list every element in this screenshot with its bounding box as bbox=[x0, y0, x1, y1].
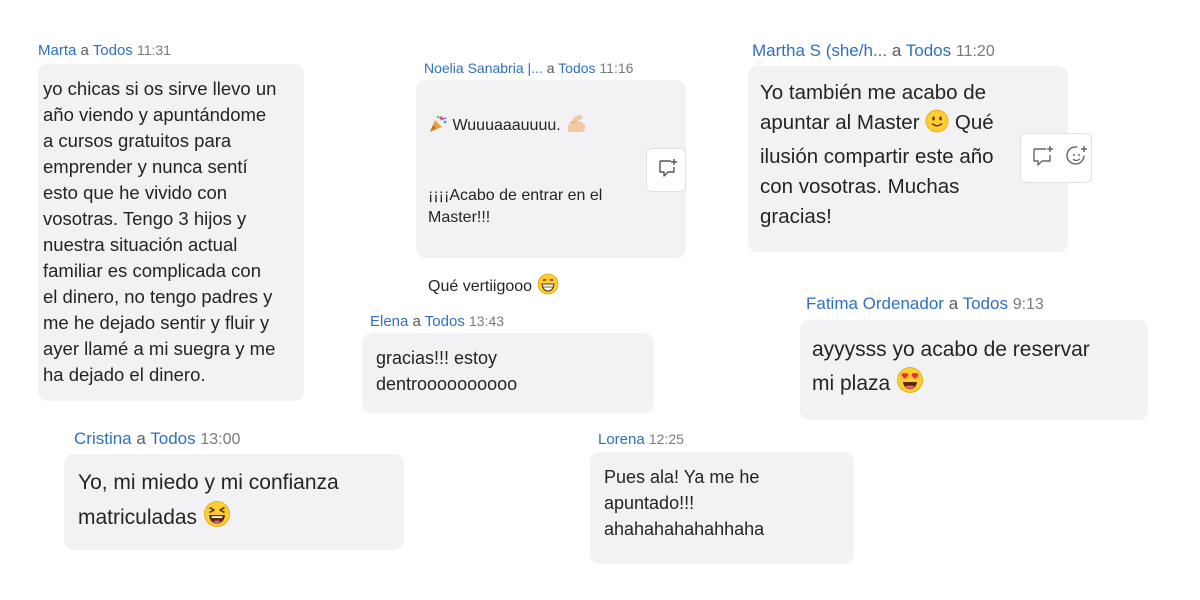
recipient-prefix: a bbox=[891, 41, 902, 60]
sender-name[interactable]: Martha S (she/h... bbox=[752, 41, 887, 60]
timestamp: 13:00 bbox=[200, 431, 241, 448]
recipient-prefix: a bbox=[136, 429, 146, 448]
message-header: Marta a Todos 11:31 bbox=[38, 41, 171, 60]
message-actions bbox=[646, 148, 686, 192]
recipient-name[interactable]: Todos bbox=[150, 429, 195, 448]
message-text: ayyysss yo acabo de reservar mi plaza bbox=[812, 338, 1090, 395]
smiling-face-icon bbox=[925, 109, 949, 142]
message-text: Qué vertiigooo bbox=[428, 278, 533, 295]
recipient-name[interactable]: Todos bbox=[558, 60, 595, 76]
reply-icon[interactable] bbox=[1031, 144, 1055, 173]
timestamp: 11:20 bbox=[955, 43, 995, 60]
message-bubble[interactable]: ayyysss yo acabo de reservar mi plaza bbox=[800, 320, 1148, 420]
message-line: Qué vertiigooo bbox=[428, 273, 674, 302]
reply-icon[interactable] bbox=[657, 157, 679, 184]
message-bubble[interactable]: yo chicas si os sirve llevo un año viend… bbox=[38, 64, 304, 401]
message-text: ¡¡¡¡Acabo de entrar en el Master!!! bbox=[428, 187, 603, 226]
sender-name[interactable]: Lorena bbox=[598, 431, 645, 448]
message-header: Elena a Todos 13:43 bbox=[370, 312, 504, 331]
recipient-prefix: a bbox=[948, 294, 959, 313]
message-header: Martha S (she/h... a Todos 11:20 bbox=[752, 42, 995, 61]
timestamp: 13:43 bbox=[469, 313, 505, 329]
sender-name[interactable]: Cristina bbox=[74, 429, 132, 448]
recipient-name[interactable]: Todos bbox=[906, 41, 951, 60]
recipient-prefix: a bbox=[546, 60, 555, 76]
timestamp: 11:16 bbox=[599, 60, 634, 76]
recipient-prefix: a bbox=[412, 313, 421, 330]
recipient-name[interactable]: Todos bbox=[93, 42, 133, 59]
sender-name[interactable]: Marta bbox=[38, 42, 76, 59]
recipient-name[interactable]: Todos bbox=[425, 313, 465, 330]
sender-name[interactable]: Fatima Ordenador bbox=[806, 294, 944, 313]
message-header: Fatima Ordenador a Todos 9:13 bbox=[806, 295, 1044, 314]
laughing-face-icon bbox=[203, 500, 231, 539]
timestamp: 11:31 bbox=[136, 42, 171, 58]
heart-eyes-face-icon bbox=[896, 366, 924, 404]
recipient-prefix: a bbox=[80, 42, 89, 59]
message-actions bbox=[1020, 133, 1092, 183]
sender-name[interactable]: Elena bbox=[370, 313, 408, 330]
grinning-face-icon bbox=[537, 273, 559, 302]
react-icon[interactable] bbox=[1065, 144, 1089, 173]
flexed-biceps-icon bbox=[565, 112, 589, 141]
timestamp: 9:13 bbox=[1012, 296, 1044, 313]
sender-name[interactable]: Noelia Sanabria |... bbox=[424, 60, 543, 76]
message-header: Cristina a Todos 13:00 bbox=[74, 430, 240, 449]
message-bubble[interactable]: Pues ala! Ya me he apuntado!!! ahahahaha… bbox=[590, 452, 854, 564]
message-text: Wuuuaaauuuu. bbox=[452, 117, 561, 134]
message-header: Noelia Sanabria |... a Todos 11:16 bbox=[424, 59, 633, 77]
message-header: Lorena 12:25 bbox=[598, 430, 684, 449]
party-popper-icon bbox=[428, 114, 448, 141]
message-bubble[interactable]: gracias!!! estoy dentroooooooooo bbox=[362, 333, 654, 413]
message-bubble[interactable]: Yo, mi miedo y mi confianza matriculadas bbox=[64, 454, 404, 550]
message-line: Wuuuaaauuuu. bbox=[428, 112, 674, 141]
recipient-name[interactable]: Todos bbox=[963, 294, 1008, 313]
timestamp: 12:25 bbox=[648, 431, 684, 447]
